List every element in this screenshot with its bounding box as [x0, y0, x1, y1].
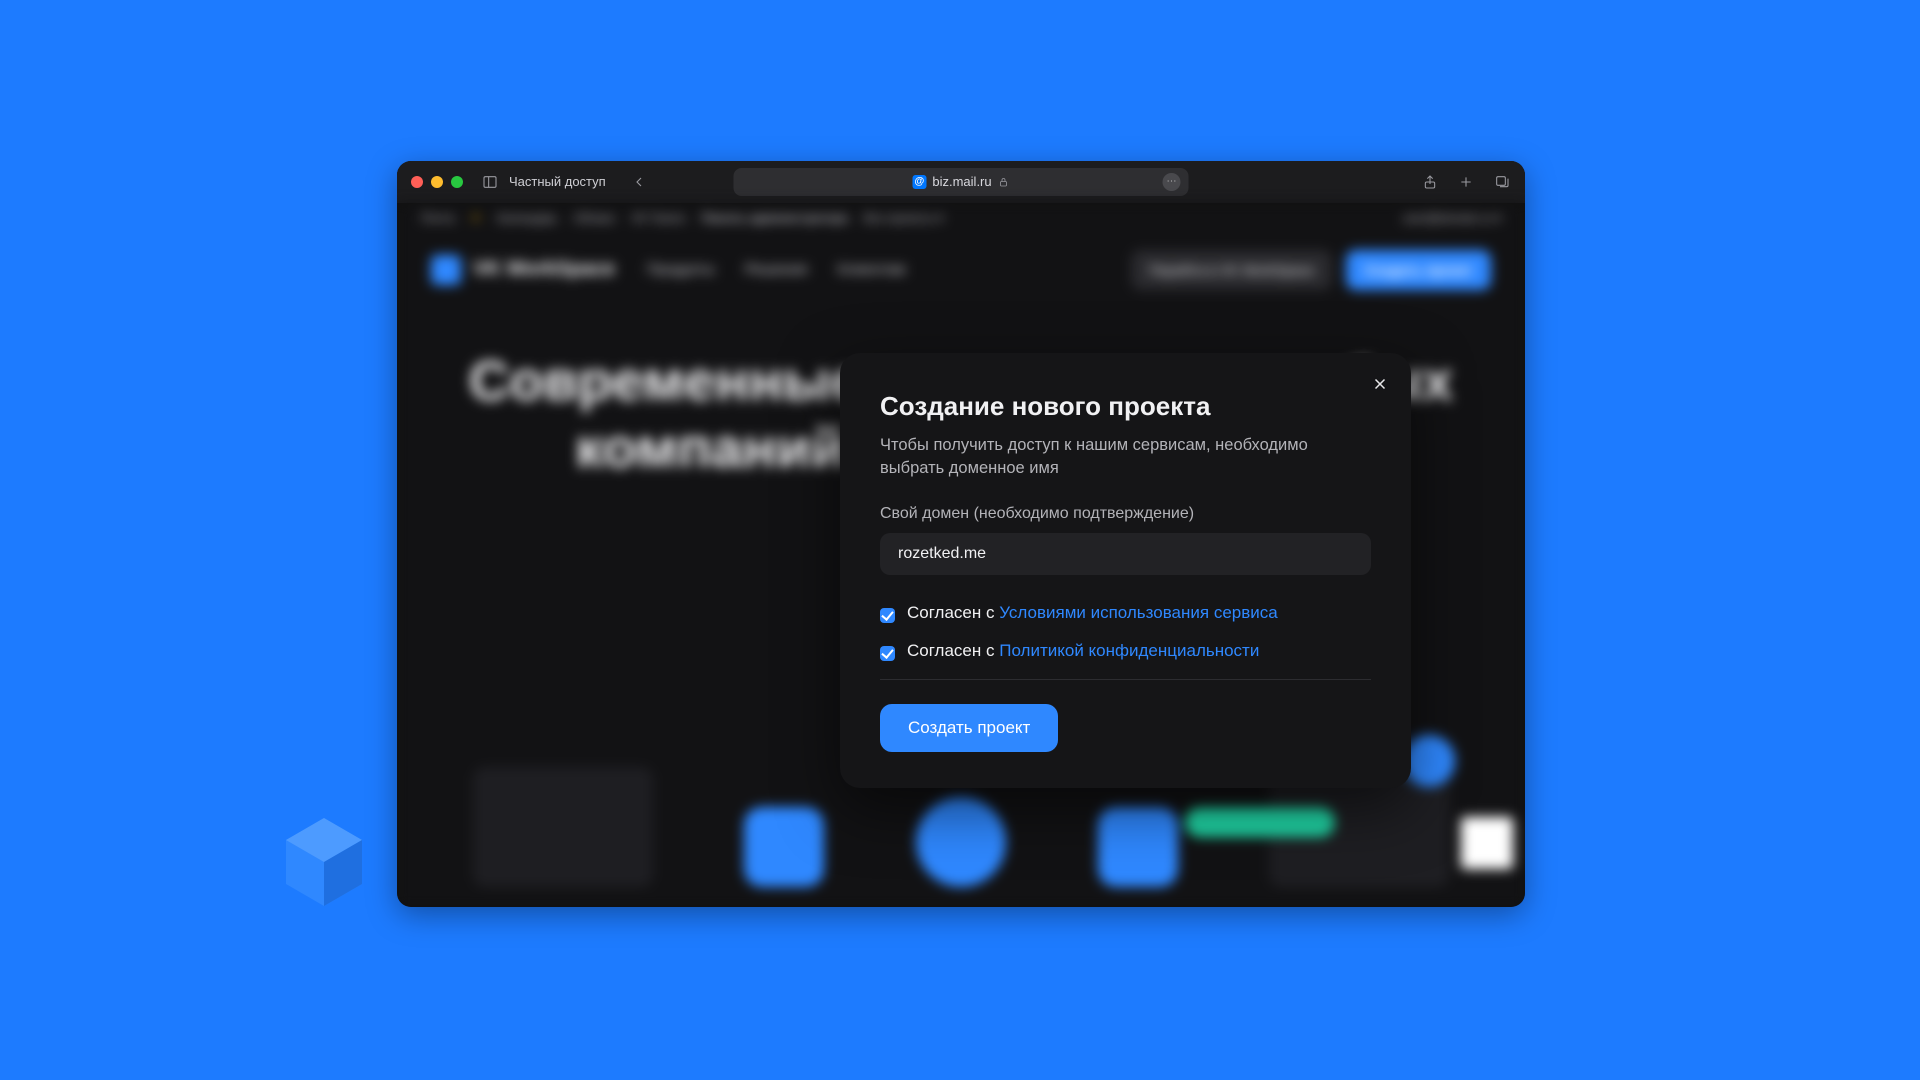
browser-window: Частный доступ @ biz.mail.ru ⋯ [397, 161, 1525, 907]
terms-checkbox[interactable] [880, 608, 895, 623]
terms-checkbox-row[interactable]: Согласен с Условиями использования серви… [880, 603, 1371, 623]
close-window-dot[interactable] [411, 176, 423, 188]
minimize-window-dot[interactable] [431, 176, 443, 188]
sidebar-toggle-icon[interactable] [481, 173, 499, 191]
lock-icon [998, 176, 1010, 188]
privacy-link[interactable]: Политикой конфиденциальности [999, 641, 1259, 660]
new-tab-icon[interactable] [1457, 173, 1475, 191]
share-icon[interactable] [1421, 173, 1439, 191]
zoom-window-dot[interactable] [451, 176, 463, 188]
page-actions-icon[interactable]: ⋯ [1163, 173, 1181, 191]
terms-prefix: Согласен с [907, 603, 999, 622]
domain-input[interactable] [880, 533, 1371, 575]
privacy-checkbox[interactable] [880, 646, 895, 661]
tabs-overview-icon[interactable] [1493, 173, 1511, 191]
watermark-logo-icon [274, 812, 374, 912]
private-browsing-label: Частный доступ [509, 174, 606, 189]
create-project-button[interactable]: Создать проект [880, 704, 1058, 752]
modal-subtitle: Чтобы получить доступ к нашим сервисам, … [880, 434, 1371, 482]
divider [880, 679, 1371, 680]
modal-title: Создание нового проекта [880, 391, 1371, 422]
create-project-modal: Создание нового проекта Чтобы получить д… [840, 353, 1411, 789]
window-controls [411, 176, 463, 188]
address-bar[interactable]: @ biz.mail.ru ⋯ [734, 168, 1189, 196]
titlebar: Частный доступ @ biz.mail.ru ⋯ [397, 161, 1525, 203]
privacy-checkbox-row[interactable]: Согласен с Политикой конфиденциальности [880, 641, 1371, 661]
terms-link[interactable]: Условиями использования сервиса [999, 603, 1277, 622]
url-text: biz.mail.ru [932, 174, 991, 189]
privacy-prefix: Согласен с [907, 641, 999, 660]
domain-field-label: Свой домен (необходимо подтверждение) [880, 505, 1371, 523]
back-icon[interactable] [630, 173, 648, 191]
close-icon[interactable] [1367, 371, 1393, 397]
site-favicon: @ [912, 175, 926, 189]
